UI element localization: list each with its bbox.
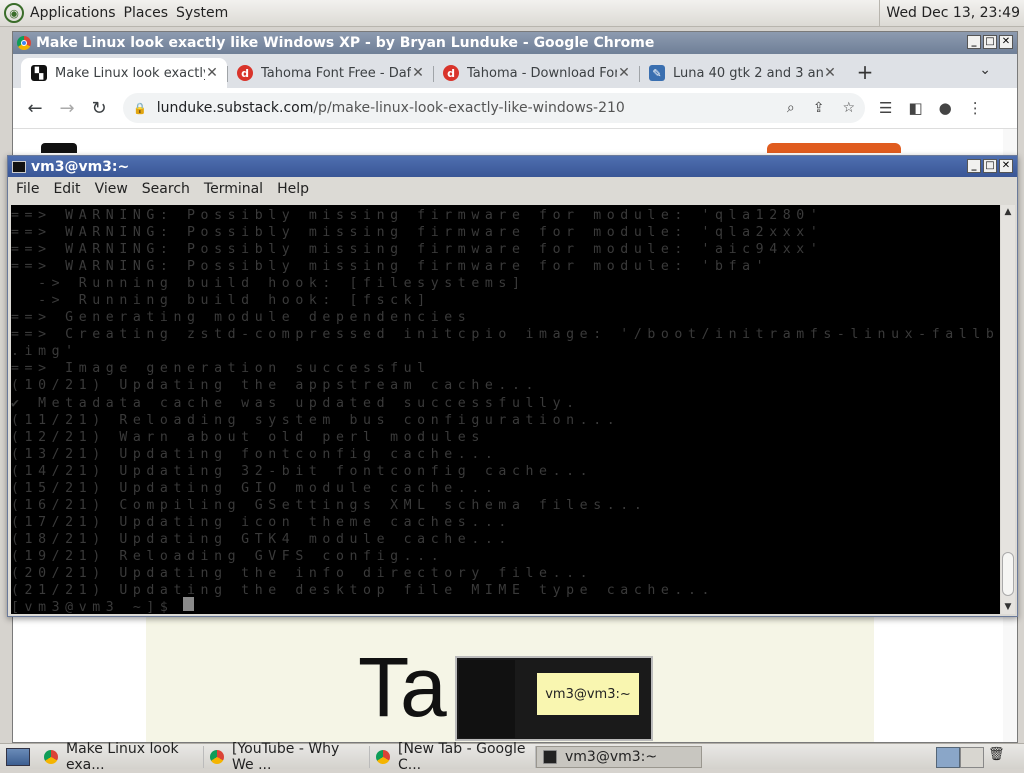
terminal-window-controls: _ □ ✕ xyxy=(967,159,1013,173)
side-panel-icon[interactable]: ◧ xyxy=(908,99,922,117)
menu-search[interactable]: Search xyxy=(142,181,190,197)
menu-kebab-icon[interactable]: ⋮ xyxy=(968,99,983,117)
terminal-titlebar[interactable]: vm3@vm3:~ _ □ ✕ xyxy=(8,156,1017,177)
maximize-button[interactable]: □ xyxy=(983,35,997,49)
menu-edit[interactable]: Edit xyxy=(53,181,80,197)
terminal-output: ==> WARNING: Possibly missing firmware f… xyxy=(11,208,1000,614)
address-bar[interactable]: 🔒 lunduke.substack.com/p/make-linux-look… xyxy=(123,93,865,123)
zoom-search-icon[interactable]: ⌕ xyxy=(787,100,795,116)
font-sample-text: Ta xyxy=(358,640,447,734)
tab-label: Luna 40 gtk 2 and 3 and A xyxy=(673,65,823,81)
clock[interactable]: Wed Dec 13, 23:49 xyxy=(879,0,1020,26)
chrome-titlebar[interactable]: Make Linux look exactly like Windows XP … xyxy=(13,32,1017,54)
tab-close-icon[interactable]: ✕ xyxy=(823,65,837,81)
window-switcher-popup: vm3@vm3:~ xyxy=(455,656,653,741)
forward-arrow-icon[interactable]: → xyxy=(51,98,83,119)
bookmark-star-icon[interactable]: ☆ xyxy=(842,100,855,116)
workspace-2[interactable] xyxy=(960,747,984,768)
substack-icon: ▚ xyxy=(31,65,47,81)
share-icon[interactable]: ⇪ xyxy=(813,100,825,116)
trash-icon[interactable]: 🗑 xyxy=(988,747,1005,766)
taskbar-item-label: vm3@vm3:~ xyxy=(565,748,658,765)
scroll-down-icon[interactable]: ▼ xyxy=(1001,602,1015,612)
gnome-look-icon: ✎ xyxy=(649,65,665,81)
tab-close-icon[interactable]: ✕ xyxy=(617,65,631,81)
menu-system[interactable]: System xyxy=(176,5,228,21)
taskbar-item-youtube[interactable]: [YouTube - Why We ... xyxy=(204,741,370,773)
terminal-scrollbar[interactable]: ▲ ▼ xyxy=(1001,205,1015,614)
tab-make-linux[interactable]: ▚ Make Linux look exactly li ✕ xyxy=(21,58,227,88)
maximize-button[interactable]: □ xyxy=(983,159,997,173)
switcher-label: vm3@vm3:~ xyxy=(537,673,639,715)
tab-close-icon[interactable]: ✕ xyxy=(411,65,425,81)
tab-luna-gtk[interactable]: ✎ Luna 40 gtk 2 and 3 and A ✕ xyxy=(639,58,845,88)
menu-applications[interactable]: Applications xyxy=(30,5,116,21)
chrome-icon xyxy=(376,749,390,764)
terminal-icon xyxy=(12,160,26,173)
back-arrow-icon[interactable]: ← xyxy=(19,98,51,119)
chrome-icon xyxy=(210,749,224,764)
top-panel: ◉ Applications Places System Wed Dec 13,… xyxy=(0,0,1024,27)
tab-label: Tahoma Font Free - Dafo xyxy=(261,65,411,81)
new-tab-button[interactable]: + xyxy=(851,58,879,88)
workspace-1[interactable] xyxy=(936,747,960,768)
taskbar-item-make-linux[interactable]: Make Linux look exa... xyxy=(38,741,204,773)
window-thumbnail xyxy=(459,660,515,738)
chrome-window-title: Make Linux look exactly like Windows XP … xyxy=(36,35,655,51)
dafont-icon: d xyxy=(237,65,253,81)
subscribe-button[interactable] xyxy=(767,143,901,153)
distro-logo-icon[interactable]: ◉ xyxy=(4,3,24,23)
reading-list-icon[interactable]: ☰ xyxy=(879,99,892,117)
terminal-window-title: vm3@vm3:~ xyxy=(31,158,130,175)
tab-tahoma-dafont[interactable]: d Tahoma Font Free - Dafo ✕ xyxy=(227,58,433,88)
menu-view[interactable]: View xyxy=(95,181,128,197)
close-button[interactable]: ✕ xyxy=(999,35,1013,49)
taskbar-item-new-tab[interactable]: [New Tab - Google C... xyxy=(370,741,536,773)
tab-strip: ▚ Make Linux look exactly li ✕ d Tahoma … xyxy=(13,54,1017,88)
chrome-window-controls: _ □ ✕ xyxy=(967,35,1013,49)
tab-tahoma-download[interactable]: d Tahoma - Download Font ✕ xyxy=(433,58,639,88)
menu-terminal[interactable]: Terminal xyxy=(204,181,263,197)
terminal-cursor xyxy=(183,597,194,611)
minimize-button[interactable]: _ xyxy=(967,35,981,49)
bottom-panel: Make Linux look exa... [YouTube - Why We… xyxy=(0,741,1024,773)
tab-search-chevron-icon[interactable]: ⌄ xyxy=(979,62,991,78)
dafont-icon: d xyxy=(443,65,459,81)
chrome-icon xyxy=(44,749,58,764)
reload-icon[interactable]: ↻ xyxy=(83,98,115,119)
scrollbar-thumb[interactable] xyxy=(1002,552,1014,596)
tab-label: Tahoma - Download Font xyxy=(467,65,617,81)
terminal-window: vm3@vm3:~ _ □ ✕ File Edit View Search Te… xyxy=(7,155,1018,617)
show-desktop-icon[interactable] xyxy=(6,747,30,766)
tab-label: Make Linux look exactly li xyxy=(55,65,205,81)
menu-places[interactable]: Places xyxy=(124,5,169,21)
lock-icon[interactable]: 🔒 xyxy=(133,102,147,115)
terminal-icon xyxy=(543,749,557,764)
browser-toolbar: ← → ↻ 🔒 lunduke.substack.com/p/make-linu… xyxy=(13,88,1017,129)
menu-file[interactable]: File xyxy=(16,181,39,197)
taskbar-item-terminal[interactable]: vm3@vm3:~ xyxy=(536,745,702,768)
scroll-up-icon[interactable]: ▲ xyxy=(1001,207,1015,217)
terminal-screen[interactable]: ==> WARNING: Possibly missing firmware f… xyxy=(11,205,1000,614)
menu-help[interactable]: Help xyxy=(277,181,309,197)
tab-close-icon[interactable]: ✕ xyxy=(205,65,219,81)
profile-icon[interactable]: ● xyxy=(939,99,952,117)
workspace-switcher: 🗑 xyxy=(934,745,1024,768)
url-host: lunduke.substack.com xyxy=(156,100,314,116)
url-path: /p/make-linux-look-exactly-like-windows-… xyxy=(313,100,625,116)
close-button[interactable]: ✕ xyxy=(999,159,1013,173)
minimize-button[interactable]: _ xyxy=(967,159,981,173)
terminal-menubar: File Edit View Search Terminal Help xyxy=(8,177,1017,201)
site-logo[interactable] xyxy=(41,143,77,153)
toolbar-actions: ☰ ◧ ● ⋮ xyxy=(879,99,983,117)
chrome-icon xyxy=(17,36,31,50)
